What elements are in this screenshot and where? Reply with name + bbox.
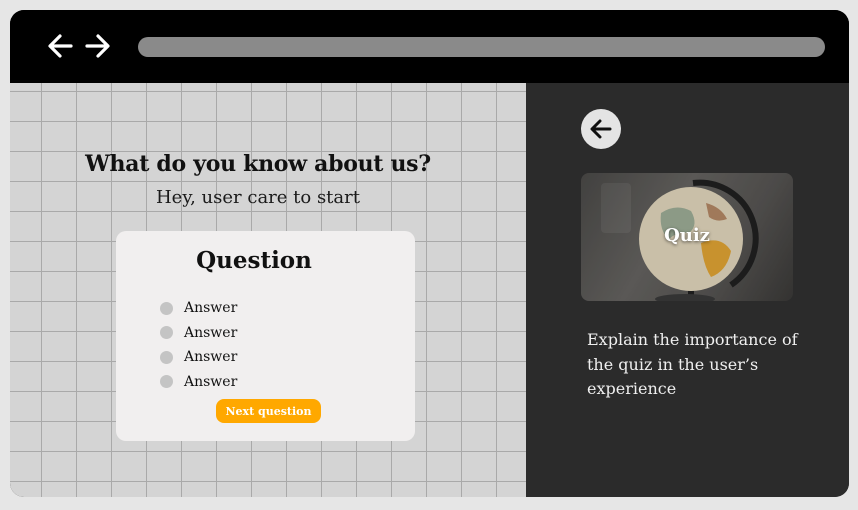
radio-button[interactable] xyxy=(160,375,173,389)
arrow-left-circle-icon xyxy=(590,119,612,139)
answer-label: Answer xyxy=(184,349,238,366)
question-title: Question xyxy=(196,247,312,274)
radio-button[interactable] xyxy=(160,301,173,315)
answer-option-2[interactable]: Answer xyxy=(160,321,237,346)
quiz-panel: What do you know about us? Hey, user car… xyxy=(10,83,526,497)
question-card: Question Answer Answer Answer Answer Nex… xyxy=(116,231,415,441)
answer-option-3[interactable]: Answer xyxy=(160,345,237,370)
info-panel: Quiz Explain the importance of the quiz … xyxy=(526,83,849,497)
quiz-image: Quiz xyxy=(581,173,793,301)
answer-label: Answer xyxy=(184,373,238,390)
answer-list: Answer Answer Answer Answer xyxy=(160,296,237,394)
browser-toolbar xyxy=(10,10,849,83)
radio-button[interactable] xyxy=(160,350,173,364)
back-button[interactable] xyxy=(44,30,76,62)
arrow-left-icon xyxy=(48,34,73,58)
next-question-button[interactable]: Next question xyxy=(216,399,321,423)
answer-label: Answer xyxy=(184,300,238,317)
answer-option-4[interactable]: Answer xyxy=(160,370,237,395)
radio-button[interactable] xyxy=(160,326,173,340)
address-bar[interactable] xyxy=(138,37,825,57)
quiz-description: Explain the importance of the quiz in th… xyxy=(587,330,798,398)
page-title: What do you know about us? xyxy=(85,151,431,177)
answer-option-1[interactable]: Answer xyxy=(160,296,237,321)
quiz-image-label: Quiz xyxy=(664,225,710,246)
arrow-right-icon xyxy=(85,34,110,58)
browser-window: What do you know about us? Hey, user car… xyxy=(10,10,849,497)
panel-back-button[interactable] xyxy=(581,109,621,149)
answer-label: Answer xyxy=(184,324,238,341)
forward-button[interactable] xyxy=(82,30,114,62)
page-subtitle: Hey, user care to start xyxy=(155,187,360,208)
